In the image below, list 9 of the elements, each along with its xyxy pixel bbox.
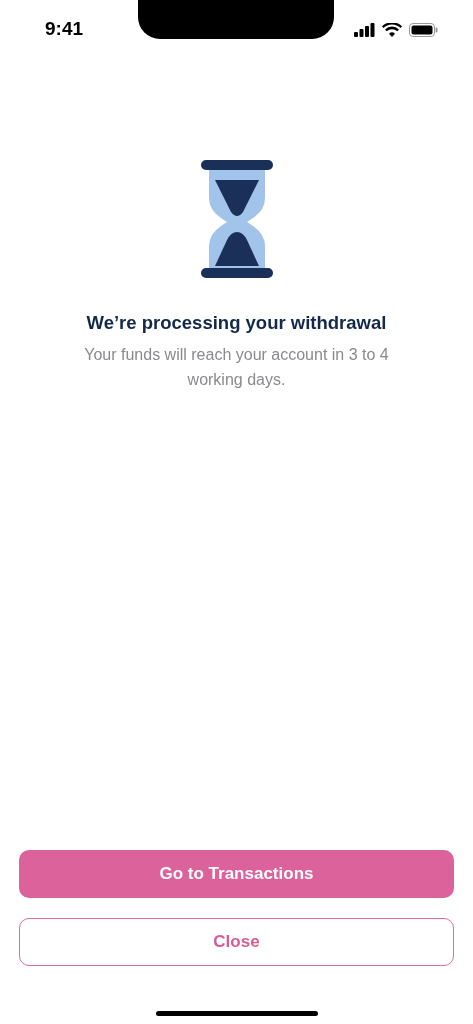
hourglass-icon: [200, 160, 273, 280]
battery-icon: [409, 23, 438, 37]
signal-icon: [354, 23, 375, 37]
status-time: 9:41: [45, 18, 84, 40]
wifi-icon: [382, 23, 402, 37]
message-title: We’re processing your withdrawal: [86, 312, 387, 334]
close-button[interactable]: Close: [19, 918, 454, 966]
transactions-button[interactable]: Go to Transactions: [19, 850, 454, 898]
message-body: Your funds will reach your account in 3 to 4 working days.: [83, 345, 390, 390]
